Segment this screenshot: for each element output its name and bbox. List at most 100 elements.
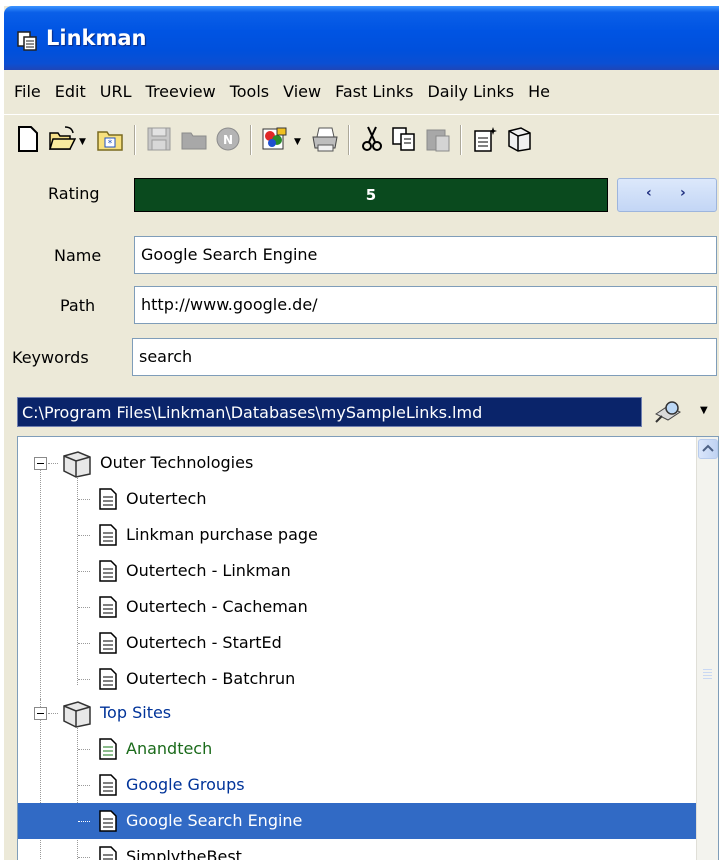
vertical-scrollbar[interactable] xyxy=(696,437,718,860)
database-bar: C:\Program Files\Linkman\Databases\mySam… xyxy=(4,386,719,436)
document-icon xyxy=(98,774,118,800)
scroll-up-button[interactable] xyxy=(698,439,718,459)
tree-folder[interactable]: Top Sites xyxy=(18,695,696,731)
link-tree: Outer Technologies Outertech Linkman pur… xyxy=(17,436,719,860)
document-icon xyxy=(98,596,118,622)
save-icon[interactable] xyxy=(146,125,172,155)
tree-item-selected[interactable]: Google Search Engine xyxy=(18,803,696,839)
tree-connector xyxy=(78,857,90,858)
tree-item[interactable]: Outertech - StartEd xyxy=(18,625,696,661)
tree-item-label: Outertech - Batchrun xyxy=(126,669,296,688)
tree-item[interactable]: Outertech - Linkman xyxy=(18,553,696,589)
title-bar[interactable]: Linkman xyxy=(4,6,719,70)
import-dropdown-icon[interactable]: ▼ xyxy=(294,137,301,147)
paste-icon[interactable] xyxy=(424,125,452,155)
document-icon xyxy=(98,560,118,586)
tree-connector xyxy=(78,571,90,572)
document-icon xyxy=(98,524,118,550)
document-icon xyxy=(98,810,118,836)
keywords-label: Keywords xyxy=(12,348,89,367)
open-dropdown-icon[interactable]: ▼ xyxy=(79,137,86,147)
tree-connector xyxy=(48,713,58,714)
copy-icon[interactable] xyxy=(390,125,418,155)
database-path[interactable]: C:\Program Files\Linkman\Databases\mySam… xyxy=(17,397,642,427)
chevron-up-icon xyxy=(702,444,714,452)
tree-item-label: Google Groups xyxy=(126,775,245,794)
new-folder-icon[interactable] xyxy=(506,125,534,155)
menu-view[interactable]: View xyxy=(276,82,328,101)
document-icon xyxy=(98,738,118,764)
linkman-app-icon xyxy=(17,31,37,51)
menu-help[interactable]: He xyxy=(521,82,557,101)
menu-fast-links[interactable]: Fast Links xyxy=(328,82,420,101)
rating-stepper[interactable]: ‹ › xyxy=(617,178,717,212)
tree-connector xyxy=(78,821,90,822)
folder-disabled-icon[interactable] xyxy=(180,125,208,155)
folder-icon xyxy=(60,448,94,482)
menu-daily-links[interactable]: Daily Links xyxy=(420,82,521,101)
rating-label: Rating xyxy=(48,184,100,203)
favorites-folder-icon[interactable]: * xyxy=(96,125,124,155)
collapse-icon[interactable] xyxy=(34,457,47,470)
tree-item-label: Anandtech xyxy=(126,739,213,758)
tree-item[interactable]: Anandtech xyxy=(18,731,696,767)
cut-icon[interactable] xyxy=(360,125,384,155)
tree-connector xyxy=(78,499,90,500)
tree-folder-label: Outer Technologies xyxy=(100,453,254,472)
document-icon xyxy=(98,488,118,514)
tree-item[interactable]: Outertech - Batchrun xyxy=(18,661,696,697)
tree-item-label: SimplytheBest xyxy=(126,847,242,860)
tree-item[interactable]: Linkman purchase page xyxy=(18,517,696,553)
toolbar-separator xyxy=(250,125,252,155)
tree-item-label: Google Search Engine xyxy=(122,808,307,834)
link-properties-panel: Rating 5 ‹ › Name Google Search Engine P… xyxy=(4,166,719,384)
path-field[interactable]: http://www.google.de/ xyxy=(134,286,717,324)
new-document-icon[interactable] xyxy=(16,125,40,155)
arrow-right-icon[interactable]: › xyxy=(680,185,686,201)
database-search-icon[interactable]: ▼ xyxy=(652,398,718,430)
arrow-left-icon[interactable]: ‹ xyxy=(646,185,652,201)
tree-item[interactable]: Outertech - Cacheman xyxy=(18,589,696,625)
tree-connector xyxy=(78,785,90,786)
tree-connector xyxy=(78,749,90,750)
tree-item-label: Linkman purchase page xyxy=(126,525,318,544)
document-icon xyxy=(98,632,118,658)
menu-url[interactable]: URL xyxy=(93,82,139,101)
netscape-icon[interactable]: N xyxy=(214,125,242,155)
tree-connector xyxy=(78,535,90,536)
rating-bar[interactable]: 5 xyxy=(134,178,608,212)
tree-item[interactable]: Outertech xyxy=(18,481,696,517)
linkman-window: Linkman File Edit URL Treeview Tools Vie… xyxy=(4,6,719,860)
tree-item-label: Outertech xyxy=(126,489,207,508)
toolbar-separator xyxy=(134,125,136,155)
new-link-icon[interactable] xyxy=(472,125,500,155)
tree-folder-label: Top Sites xyxy=(100,703,172,722)
svg-text:*: * xyxy=(108,139,113,149)
tree-connector xyxy=(78,607,90,608)
toolbar: ▼ * N ▼ xyxy=(4,114,719,164)
tree-folder[interactable]: Outer Technologies xyxy=(18,445,696,481)
path-label: Path xyxy=(60,296,96,315)
tree-connector xyxy=(48,463,58,464)
name-field[interactable]: Google Search Engine xyxy=(134,236,717,274)
svg-text:▼: ▼ xyxy=(700,405,708,416)
collapse-icon[interactable] xyxy=(34,707,47,720)
menu-treeview[interactable]: Treeview xyxy=(139,82,223,101)
tree-item[interactable]: Google Groups xyxy=(18,767,696,803)
menu-tools[interactable]: Tools xyxy=(223,82,276,101)
menu-file[interactable]: File xyxy=(7,82,48,101)
scroll-thumb-grip[interactable] xyxy=(703,669,712,681)
menu-edit[interactable]: Edit xyxy=(48,82,93,101)
tree-item-label: Outertech - StartEd xyxy=(126,633,282,652)
print-icon[interactable] xyxy=(310,125,340,155)
document-icon xyxy=(98,846,118,860)
tree-item-label: Outertech - Linkman xyxy=(126,561,291,580)
tree-item-label: Outertech - Cacheman xyxy=(126,597,308,616)
toolbar-separator xyxy=(348,125,350,155)
keywords-field[interactable]: search xyxy=(132,338,717,376)
import-icon[interactable] xyxy=(260,125,290,155)
document-icon xyxy=(98,668,118,694)
tree-item[interactable]: SimplytheBest xyxy=(18,839,696,860)
menu-bar: File Edit URL Treeview Tools View Fast L… xyxy=(4,70,719,112)
open-folder-icon[interactable] xyxy=(48,125,76,155)
